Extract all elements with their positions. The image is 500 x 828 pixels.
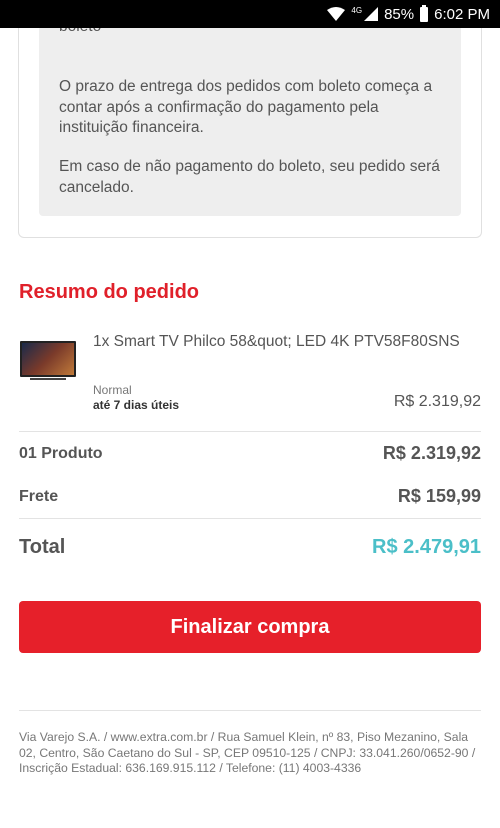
shipping-time: até 7 dias úteis [93,398,180,412]
total-label: Total [19,536,66,558]
signal-icon: 4G [351,5,379,21]
battery-percent: 85% [384,5,415,23]
boleto-info-card: Você terá 3 dias úteis para efetuar o pa… [18,0,482,238]
boleto-cancel-text: Em caso de não pagamento do boleto, seu … [59,158,440,196]
divider [19,710,481,711]
divider [19,518,481,519]
finalize-purchase-button[interactable]: Finalizar compra [19,601,481,653]
battery-icon [420,4,429,22]
product-price: R$ 2.319,92 [393,393,481,410]
divider [19,431,481,432]
freight-value: R$ 159,99 [397,486,481,506]
status-bar: 4G 85% 6:02 PM [0,0,500,28]
tv-product-image [20,341,76,380]
products-count-label: 01 Produto [19,445,103,462]
clock: 6:02 PM [434,5,490,23]
wifi-icon [327,7,346,21]
summary-title: Resumo do pedido [19,281,199,303]
company-footer: Via Varejo S.A. / www.extra.com.br / Rua… [19,730,476,775]
freight-label: Frete [19,488,59,505]
network-type: 4G [351,5,363,15]
product-name: 1x Smart TV Philco 58&quot; LED 4K PTV58… [93,333,460,350]
boleto-delivery-text: O prazo de entrega dos pedidos com bolet… [59,78,433,136]
boleto-info-box: Você terá 3 dias úteis para efetuar o pa… [39,0,461,216]
total-value: R$ 2.479,91 [372,536,481,558]
shipping-type: Normal [93,383,132,397]
products-subtotal: R$ 2.319,92 [382,443,481,463]
